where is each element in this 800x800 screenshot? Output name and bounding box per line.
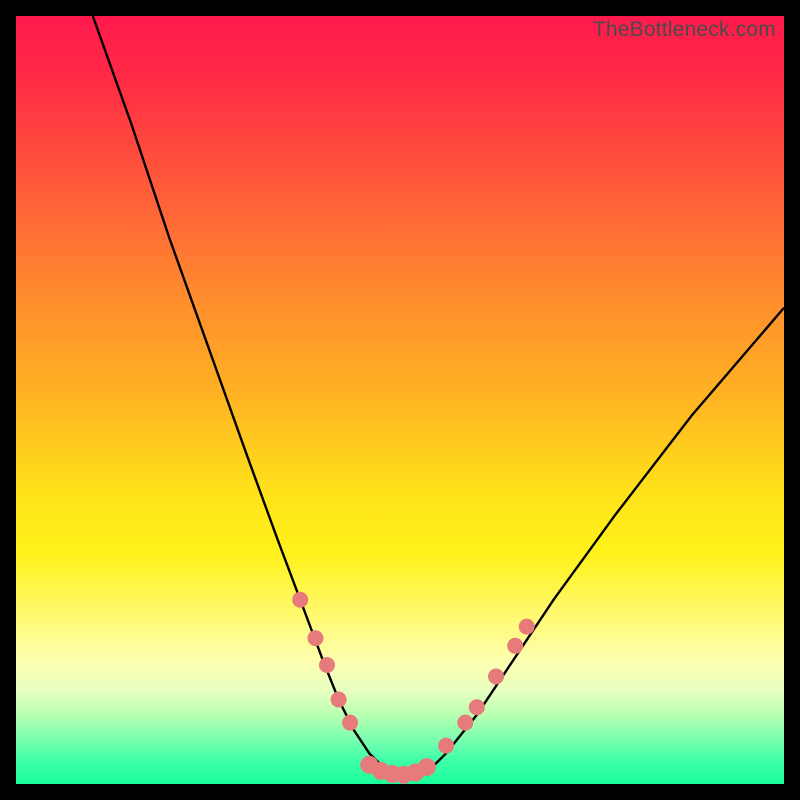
curve-marker [457, 715, 473, 731]
curve-marker [331, 692, 347, 708]
curve-marker [438, 738, 454, 754]
curve-line [93, 16, 784, 776]
curve-marker [292, 592, 308, 608]
curve-marker [342, 715, 358, 731]
curve-marker [418, 758, 436, 776]
bottleneck-curve [16, 16, 784, 784]
curve-marker [319, 657, 335, 673]
curve-marker [507, 638, 523, 654]
curve-marker [308, 630, 324, 646]
chart-frame: TheBottleneck.com [0, 0, 800, 800]
curve-marker [469, 699, 485, 715]
curve-markers [292, 592, 535, 784]
plot-area [16, 16, 784, 784]
curve-marker [519, 619, 535, 635]
curve-marker [488, 669, 504, 685]
